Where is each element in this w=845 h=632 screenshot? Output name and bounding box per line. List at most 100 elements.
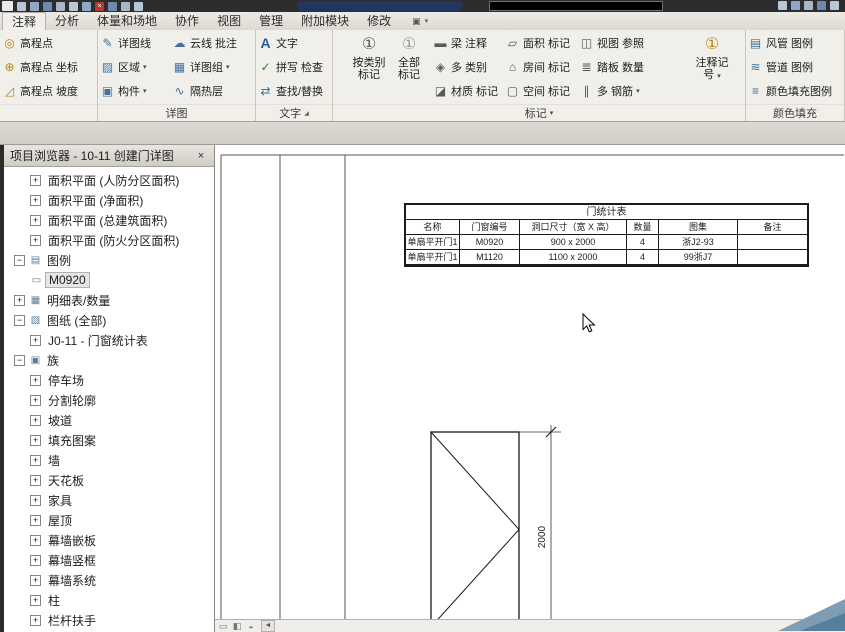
- expand-toggle-icon[interactable]: −: [14, 315, 25, 326]
- find-replace-button[interactable]: ⇄ 查找/替换: [256, 79, 332, 103]
- revision-cloud-button[interactable]: ☁ 云线 批注: [170, 31, 254, 55]
- toolbar-icon[interactable]: [791, 1, 800, 10]
- toolbar-icon[interactable]: [82, 2, 91, 11]
- tree-item[interactable]: − ▤ 图例: [4, 250, 214, 270]
- text-button[interactable]: A 文字: [256, 31, 332, 55]
- expand-toggle-icon[interactable]: +: [30, 395, 41, 406]
- expand-toggle-icon[interactable]: +: [30, 555, 41, 566]
- scroll-left-button[interactable]: ◄: [261, 620, 275, 632]
- room-tag-button[interactable]: ⌂ 房间 标记: [503, 55, 577, 79]
- expand-toggle-icon[interactable]: +: [30, 495, 41, 506]
- tab-annotate[interactable]: 注释: [2, 12, 46, 30]
- pipe-legend-button[interactable]: ≋ 管道 图例: [746, 55, 844, 79]
- duct-legend-button[interactable]: ▤ 风管 图例: [746, 31, 844, 55]
- search-input[interactable]: [489, 1, 663, 11]
- expand-toggle-icon[interactable]: +: [30, 215, 41, 226]
- close-icon[interactable]: ×: [194, 150, 208, 162]
- tree-item[interactable]: + 幕墙系统: [4, 570, 214, 590]
- tab-modify[interactable]: 修改: [358, 12, 400, 30]
- tree-item[interactable]: + J0-11 - 门窗统计表: [4, 330, 214, 350]
- tree-item[interactable]: + 栏杆扶手: [4, 610, 214, 630]
- dialog-launcher-icon[interactable]: ◢: [304, 110, 309, 117]
- insulation-button[interactable]: ∿ 隔热层: [170, 79, 254, 103]
- tree-item[interactable]: + 幕墙嵌板: [4, 530, 214, 550]
- toolbar-icon[interactable]: [56, 2, 65, 11]
- door-elevation-drawing[interactable]: [431, 432, 519, 627]
- toolbar-icon[interactable]: [121, 2, 130, 11]
- tab-addins[interactable]: 附加模块: [292, 12, 358, 30]
- panel-label-tag[interactable]: 标记 ▾: [333, 104, 745, 121]
- expand-toggle-icon[interactable]: +: [30, 595, 41, 606]
- tread-number-button[interactable]: ≣ 踏板 数量: [577, 55, 653, 79]
- space-tag-button[interactable]: ▢ 空间 标记: [503, 79, 577, 103]
- tree-item[interactable]: + 屋顶: [4, 510, 214, 530]
- expand-toggle-icon[interactable]: −: [14, 255, 25, 266]
- panel-toggle-icon[interactable]: ▣: [412, 16, 421, 27]
- toolbar-icon[interactable]: [134, 2, 143, 11]
- region-button[interactable]: ▨ 区域 ▾: [98, 55, 170, 79]
- expand-toggle-icon[interactable]: +: [30, 615, 41, 626]
- tree-item[interactable]: − ▣ 族: [4, 350, 214, 370]
- toolbar-icon[interactable]: [778, 1, 787, 10]
- tree-item[interactable]: + 坡道: [4, 410, 214, 430]
- toolbar-icon[interactable]: [43, 2, 52, 11]
- tree-item[interactable]: + 面积平面 (人防分区面积): [4, 170, 214, 190]
- tree-item[interactable]: + 墙: [4, 450, 214, 470]
- expand-toggle-icon[interactable]: +: [30, 375, 41, 386]
- tab-view[interactable]: 视图: [208, 12, 250, 30]
- toolbar-icon[interactable]: [817, 1, 826, 10]
- visual-style-icon[interactable]: ◒: [245, 621, 257, 632]
- tag-by-category-button[interactable]: ① 按类别 标记: [349, 31, 389, 104]
- scrollbar-track[interactable]: [275, 620, 845, 632]
- beam-annotation-button[interactable]: ▬ 梁 注释: [431, 31, 503, 55]
- area-tag-button[interactable]: ▱ 面积 标记: [503, 31, 577, 55]
- expand-toggle-icon[interactable]: +: [30, 415, 41, 426]
- expand-toggle-icon[interactable]: +: [30, 335, 41, 346]
- tree-item[interactable]: + 分割轮廓: [4, 390, 214, 410]
- tab-manage[interactable]: 管理: [250, 12, 292, 30]
- tree-item[interactable]: + 天花板: [4, 470, 214, 490]
- view-reference-button[interactable]: ◫ 视图 参照: [577, 31, 653, 55]
- detail-level-icon[interactable]: ◧: [231, 621, 243, 632]
- expand-toggle-icon[interactable]: +: [30, 195, 41, 206]
- spot-slope-button[interactable]: ◿ 高程点 坡度: [0, 79, 97, 103]
- red-x-icon[interactable]: ×: [95, 2, 104, 11]
- material-tag-button[interactable]: ◪ 材质 标记: [431, 79, 503, 103]
- detail-line-button[interactable]: ✎ 详图线: [98, 31, 170, 55]
- toolbar-icon[interactable]: [69, 2, 78, 11]
- tab-analyze[interactable]: 分析: [46, 12, 88, 30]
- dimension[interactable]: 2000: [519, 425, 561, 632]
- expand-toggle-icon[interactable]: +: [30, 475, 41, 486]
- tree-item[interactable]: + 面积平面 (总建筑面积): [4, 210, 214, 230]
- expand-toggle-icon[interactable]: +: [14, 295, 25, 306]
- expand-toggle-icon[interactable]: +: [30, 175, 41, 186]
- spot-elevation-button[interactable]: ◎ 高程点: [0, 31, 97, 55]
- keynote-button[interactable]: ① 注释记 号 ▾: [689, 31, 735, 104]
- tree-item[interactable]: + 面积平面 (防火分区面积): [4, 230, 214, 250]
- expand-toggle-icon[interactable]: +: [30, 575, 41, 586]
- detail-group-button[interactable]: ▦ 详图组 ▾: [170, 55, 254, 79]
- toolbar-icon[interactable]: [108, 2, 117, 11]
- expand-toggle-icon[interactable]: +: [30, 235, 41, 246]
- spellcheck-button[interactable]: ✓ 拼写 检查: [256, 55, 332, 79]
- expand-toggle-icon[interactable]: +: [30, 535, 41, 546]
- tree-item[interactable]: + ▦ 明细表/数量: [4, 290, 214, 310]
- expand-toggle-icon[interactable]: +: [30, 435, 41, 446]
- multi-rebar-button[interactable]: ∥ 多 钢筋 ▾: [577, 79, 653, 103]
- drawing-area[interactable]: 2000 门统计表 名称 门窗编号 洞口尺寸（宽 X 高） 数量 图集 备注: [215, 145, 845, 632]
- tree-item[interactable]: + 停车场: [4, 370, 214, 390]
- component-button[interactable]: ▣ 构件 ▾: [98, 79, 170, 103]
- tree-item[interactable]: + 家具: [4, 490, 214, 510]
- tab-collaborate[interactable]: 协作: [166, 12, 208, 30]
- expand-toggle-icon[interactable]: +: [30, 515, 41, 526]
- toolbar-icon[interactable]: [830, 1, 839, 10]
- tree-item[interactable]: − ▧ 图纸 (全部): [4, 310, 214, 330]
- spot-coordinate-button[interactable]: ⊕ 高程点 坐标: [0, 55, 97, 79]
- expand-toggle-icon[interactable]: +: [30, 455, 41, 466]
- expand-toggle-icon[interactable]: −: [14, 355, 25, 366]
- toolbar-icon[interactable]: [17, 2, 26, 11]
- tree-item[interactable]: + 面积平面 (净面积): [4, 190, 214, 210]
- toolbar-icon[interactable]: [30, 2, 39, 11]
- tab-massing-site[interactable]: 体量和场地: [88, 12, 166, 30]
- tree-item[interactable]: + 柱: [4, 590, 214, 610]
